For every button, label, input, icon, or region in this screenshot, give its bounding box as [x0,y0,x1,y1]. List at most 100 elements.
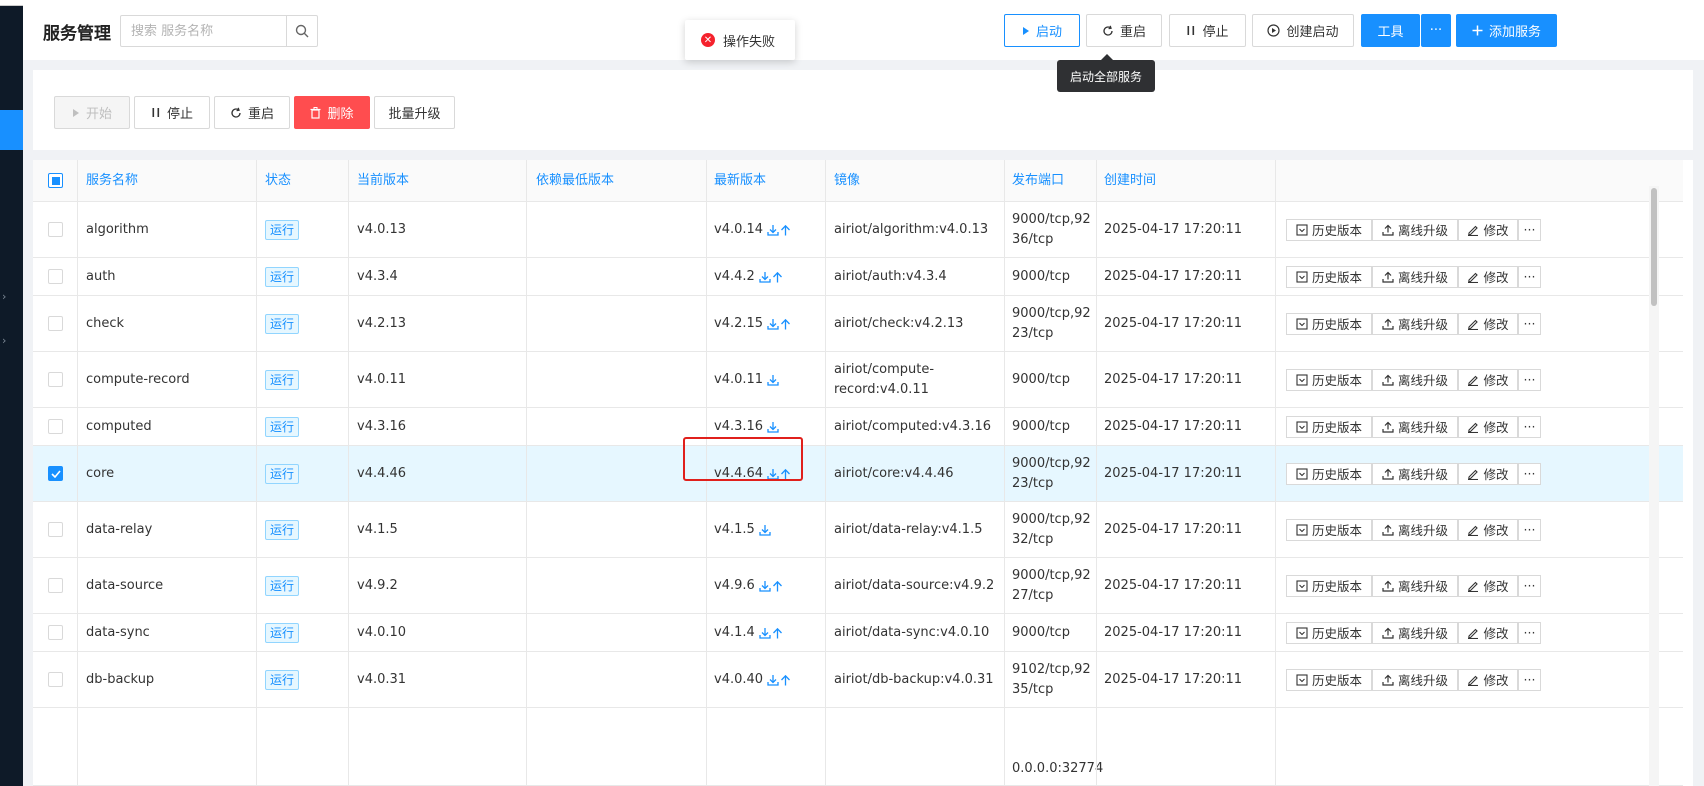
row-checkbox[interactable] [48,578,63,593]
history-versions-button[interactable]: 历史版本 [1286,368,1372,391]
tools-more-button[interactable]: ··· [1421,14,1451,47]
row-more-button[interactable]: ··· [1518,218,1541,241]
table-row[interactable]: compute-record 运行 v4.0.11 v4.0.11 airiot/com… [33,352,1683,408]
batch-stop-button[interactable]: 停止 [134,96,210,129]
download-icon[interactable] [767,224,779,236]
download-icon[interactable] [767,318,779,330]
row-checkbox[interactable] [48,672,63,687]
arrow-up-icon[interactable] [780,468,791,480]
row-more-button[interactable]: ··· [1518,621,1541,644]
row-more-button[interactable]: ··· [1518,415,1541,438]
batch-delete-button[interactable]: 删除 [294,96,370,129]
arrow-up-icon[interactable] [780,674,791,686]
table-row[interactable]: data-sync 运行 v4.0.10 v4.1.4 airiot/data-sync… [33,614,1683,652]
row-more-button[interactable]: ··· [1518,462,1541,485]
offline-upgrade-button[interactable]: 离线升级 [1372,265,1458,288]
column-header-name[interactable]: 服务名称 [86,160,138,202]
column-header-min-dependency[interactable]: 依赖最低版本 [536,160,614,202]
download-icon[interactable] [759,627,771,639]
download-icon[interactable] [759,524,771,536]
history-versions-button[interactable]: 历史版本 [1286,518,1372,541]
row-more-button[interactable]: ··· [1518,574,1541,597]
download-icon[interactable] [759,580,771,592]
batch-upgrade-button[interactable]: 批量升级 [374,96,455,129]
row-checkbox[interactable] [48,316,63,331]
edit-button[interactable]: 修改 [1458,218,1518,241]
row-checkbox[interactable] [48,522,63,537]
row-checkbox[interactable] [48,222,63,237]
history-versions-button[interactable]: 历史版本 [1286,312,1372,335]
sidebar-active-item[interactable] [0,110,23,150]
arrow-up-icon[interactable] [772,271,783,283]
offline-upgrade-button[interactable]: 离线升级 [1372,218,1458,241]
history-versions-button[interactable]: 历史版本 [1286,265,1372,288]
batch-start-button[interactable]: 开始 [54,96,130,129]
edit-button[interactable]: 修改 [1458,462,1518,485]
edit-button[interactable]: 修改 [1458,312,1518,335]
offline-upgrade-button[interactable]: 离线升级 [1372,368,1458,391]
edit-button[interactable]: 修改 [1458,265,1518,288]
select-all-checkbox[interactable] [48,173,63,188]
create-start-button[interactable]: 创建启动 [1252,14,1354,47]
history-versions-button[interactable]: 历史版本 [1286,668,1372,691]
edit-button[interactable]: 修改 [1458,621,1518,644]
offline-upgrade-button[interactable]: 离线升级 [1372,574,1458,597]
batch-restart-button[interactable]: 重启 [214,96,290,129]
row-more-button[interactable]: ··· [1518,265,1541,288]
offline-upgrade-button[interactable]: 离线升级 [1372,415,1458,438]
edit-button[interactable]: 修改 [1458,574,1518,597]
table-row[interactable]: core 运行 v4.4.46 v4.4.64 airiot/core:v4.4.46 9… [33,446,1683,502]
row-more-button[interactable]: ··· [1518,312,1541,335]
edit-button[interactable]: 修改 [1458,415,1518,438]
offline-upgrade-button[interactable]: 离线升级 [1372,462,1458,485]
edit-button[interactable]: 修改 [1458,668,1518,691]
table-row[interactable]: computed 运行 v4.3.16 v4.3.16 airiot/computed:… [33,408,1683,446]
table-row[interactable]: algorithm 运行 v4.0.13 v4.0.14 airiot/algorith… [33,202,1683,258]
tools-button[interactable]: 工具 [1361,14,1420,47]
arrow-up-icon[interactable] [772,627,783,639]
column-header-status[interactable]: 状态 [265,160,291,202]
column-header-latest-version[interactable]: 最新版本 [714,160,766,202]
table-row[interactable]: check 运行 v4.2.13 v4.2.15 airiot/check:v4.2.1… [33,296,1683,352]
history-versions-button[interactable]: 历史版本 [1286,621,1372,644]
download-icon[interactable] [767,421,779,433]
download-icon[interactable] [767,674,779,686]
chevron-right-icon[interactable]: › [2,290,6,303]
row-checkbox[interactable] [48,466,63,481]
arrow-up-icon[interactable] [780,224,791,236]
arrow-up-icon[interactable] [772,580,783,592]
row-checkbox[interactable] [48,372,63,387]
table-row[interactable]: 0.0.0.0:32774 [33,708,1683,786]
edit-button[interactable]: 修改 [1458,518,1518,541]
table-row[interactable]: data-relay 运行 v4.1.5 v4.1.5 airiot/data-rela… [33,502,1683,558]
column-header-image[interactable]: 镜像 [834,160,860,202]
edit-button[interactable]: 修改 [1458,368,1518,391]
download-icon[interactable] [767,374,779,386]
row-checkbox[interactable] [48,419,63,434]
add-service-button[interactable]: 添加服务 [1456,14,1557,47]
offline-upgrade-button[interactable]: 离线升级 [1372,312,1458,335]
row-checkbox[interactable] [48,625,63,640]
history-versions-button[interactable]: 历史版本 [1286,462,1372,485]
stop-all-button[interactable]: 停止 [1169,14,1246,47]
column-header-created[interactable]: 创建时间 [1104,160,1156,202]
offline-upgrade-button[interactable]: 离线升级 [1372,621,1458,644]
column-header-ports[interactable]: 发布端口 [1012,160,1064,202]
column-header-current-version[interactable]: 当前版本 [357,160,409,202]
download-icon[interactable] [759,271,771,283]
table-scrollbar-thumb[interactable] [1651,188,1657,306]
history-versions-button[interactable]: 历史版本 [1286,574,1372,597]
table-row[interactable]: db-backup 运行 v4.0.31 v4.0.40 airiot/db-backu… [33,652,1683,708]
row-more-button[interactable]: ··· [1518,518,1541,541]
download-icon[interactable] [767,468,779,480]
offline-upgrade-button[interactable]: 离线升级 [1372,518,1458,541]
offline-upgrade-button[interactable]: 离线升级 [1372,668,1458,691]
history-versions-button[interactable]: 历史版本 [1286,415,1372,438]
table-row[interactable]: data-source 运行 v4.9.2 v4.9.6 airiot/data-sou… [33,558,1683,614]
table-row[interactable]: auth 运行 v4.3.4 v4.4.2 airiot/auth:v4.3.4 9000… [33,258,1683,296]
restart-all-button[interactable]: 重启 [1086,14,1162,47]
chevron-right-icon[interactable]: › [2,334,6,347]
search-input[interactable] [121,16,289,46]
start-all-button[interactable]: 启动 [1004,14,1080,47]
row-more-button[interactable]: ··· [1518,668,1541,691]
